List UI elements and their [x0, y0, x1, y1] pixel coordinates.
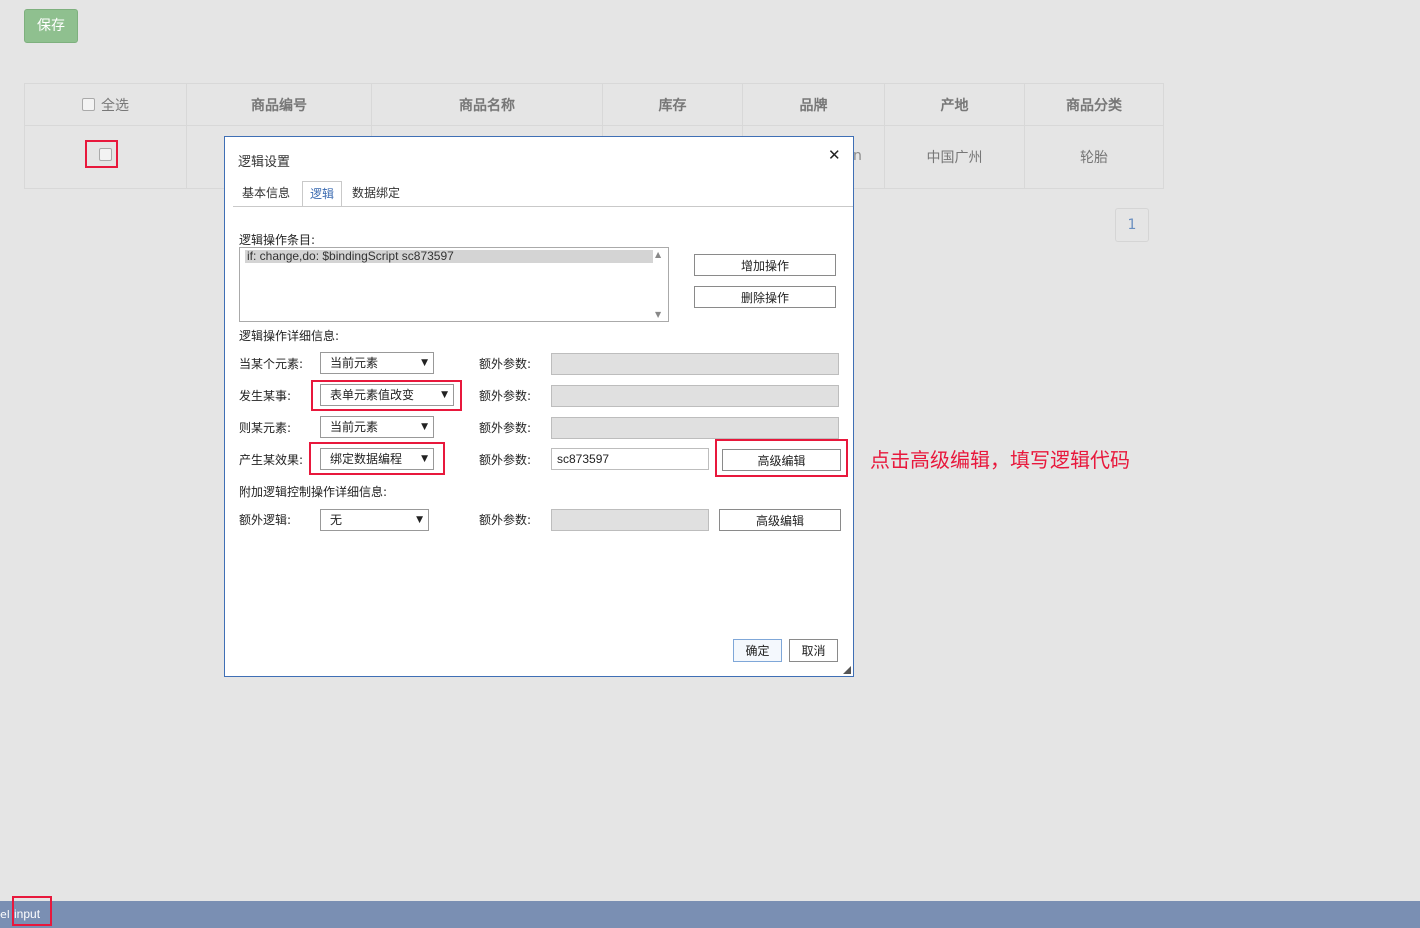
advanced-edit-highlight	[715, 439, 848, 477]
select-all-header[interactable]: 全选	[24, 83, 187, 126]
bottom-bar-fragment: el	[0, 908, 10, 921]
row-checkbox-highlight	[85, 140, 118, 168]
extra-param-label-5: 额外参数:	[479, 513, 532, 527]
extra-param-label-4: 额外参数:	[479, 453, 532, 467]
select-all-label: 全选	[101, 97, 129, 114]
when-element-label: 当某个元素:	[239, 357, 304, 371]
scroll-up-icon[interactable]: ▲	[655, 250, 661, 259]
extra-logic-select[interactable]: 无 ▼	[320, 509, 429, 531]
logic-list[interactable]: if: change,do: $bindingScript sc873597 ▲…	[239, 247, 669, 322]
extra-param-label-3: 额外参数:	[479, 421, 532, 435]
resize-grip-icon[interactable]	[843, 666, 851, 674]
extra-param-field-3[interactable]	[551, 417, 839, 439]
save-button[interactable]: 保存	[24, 9, 78, 43]
tab-logic[interactable]: 逻辑	[302, 181, 342, 207]
event-label: 发生某事:	[239, 389, 292, 403]
extra-advanced-edit-button[interactable]: 高级编辑	[719, 509, 841, 531]
ok-button[interactable]: 确定	[733, 639, 782, 662]
bottom-status-bar	[0, 901, 1420, 928]
cell-brand-fragment: n	[853, 148, 862, 164]
column-header-stock[interactable]: 库存	[602, 83, 743, 126]
extra-param-input-4[interactable]: sc873597	[551, 448, 709, 470]
extra-logic-value: 无	[330, 513, 343, 527]
cancel-button[interactable]: 取消	[789, 639, 838, 662]
extra-param-field-5[interactable]	[551, 509, 709, 531]
event-select-highlight	[311, 380, 462, 411]
cell-category: 轮胎	[1024, 125, 1164, 189]
delete-operation-button[interactable]: 删除操作	[694, 286, 836, 308]
effect-label: 产生某效果:	[239, 453, 304, 467]
list-scrollbar[interactable]: ▲ ▼	[652, 248, 668, 321]
extra-section-label: 附加逻辑控制操作详细信息:	[239, 485, 388, 499]
table-header-row: 全选 商品编号 商品名称 库存 品牌 产地 商品分类	[24, 83, 1164, 126]
effect-select-highlight	[309, 442, 445, 475]
chevron-down-icon: ▼	[421, 358, 428, 368]
extra-param-label-2: 额外参数:	[479, 389, 532, 403]
column-header-code[interactable]: 商品编号	[186, 83, 372, 126]
extra-param-label-1: 额外参数:	[479, 357, 532, 371]
target-element-value: 当前元素	[330, 420, 379, 434]
when-element-select[interactable]: 当前元素 ▼	[320, 352, 434, 374]
cell-origin: 中国广州	[884, 125, 1025, 189]
page-button-1[interactable]: 1	[1115, 208, 1149, 242]
extra-logic-label: 额外逻辑:	[239, 513, 292, 527]
list-item[interactable]: if: change,do: $bindingScript sc873597	[245, 250, 653, 263]
column-header-name[interactable]: 商品名称	[371, 83, 603, 126]
target-element-select[interactable]: 当前元素 ▼	[320, 416, 434, 438]
tab-divider	[233, 206, 853, 207]
column-header-brand[interactable]: 品牌	[742, 83, 885, 126]
chevron-down-icon: ▼	[421, 422, 428, 432]
annotation-text: 点击高级编辑，填写逻辑代码	[870, 448, 1130, 472]
extra-param-field-2[interactable]	[551, 385, 839, 407]
logic-detail-label: 逻辑操作详细信息:	[239, 329, 340, 343]
when-element-value: 当前元素	[330, 356, 379, 370]
column-header-origin[interactable]: 产地	[884, 83, 1025, 126]
column-header-category[interactable]: 商品分类	[1024, 83, 1164, 126]
scroll-down-icon[interactable]: ▼	[655, 310, 661, 319]
target-element-label: 则某元素:	[239, 421, 292, 435]
input-tag-highlight	[12, 896, 52, 926]
extra-param-field-1[interactable]	[551, 353, 839, 375]
tab-basic-info[interactable]: 基本信息	[233, 181, 299, 207]
close-icon[interactable]: ✕	[828, 146, 841, 164]
chevron-down-icon: ▼	[416, 515, 423, 525]
add-operation-button[interactable]: 增加操作	[694, 254, 836, 276]
logic-list-label: 逻辑操作条目:	[239, 233, 316, 247]
dialog-title: 逻辑设置	[238, 155, 291, 170]
tab-data-binding[interactable]: 数据绑定	[345, 181, 407, 207]
select-all-checkbox[interactable]	[82, 98, 95, 111]
